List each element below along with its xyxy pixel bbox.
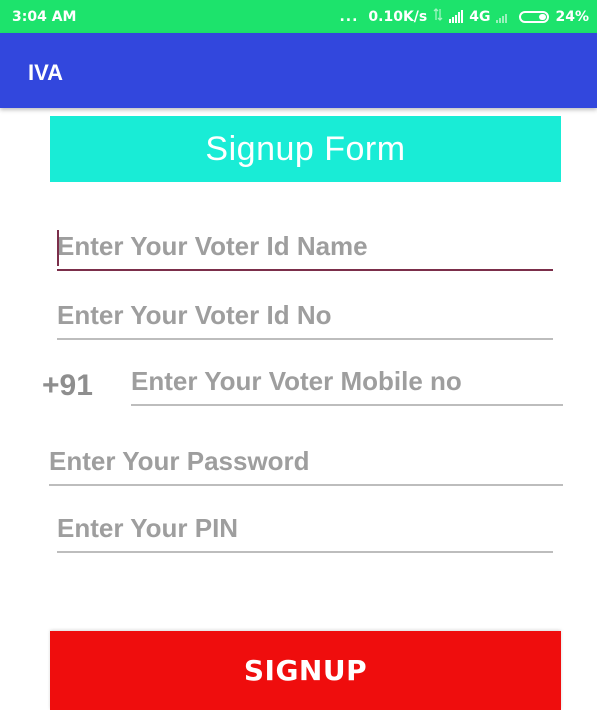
status-indicators: ... 0.10K/s 4G 24% (339, 8, 589, 25)
notification-dots: ... (339, 8, 359, 25)
password-input[interactable] (49, 446, 563, 486)
signup-button[interactable]: SIGNUP (50, 631, 561, 710)
voter-id-input[interactable] (57, 300, 553, 340)
data-transfer-icon (433, 8, 443, 25)
country-code-prefix: +91 (42, 369, 93, 402)
battery-icon (519, 10, 550, 23)
app-title: IVA (28, 60, 64, 85)
signal-icon (449, 10, 464, 23)
network-speed: 0.10K/s (368, 8, 428, 25)
battery-level: 24% (555, 8, 589, 25)
text-cursor (57, 230, 59, 266)
app-bar: IVA (0, 33, 597, 108)
signal-weak-icon (496, 10, 508, 23)
form-title-banner: Signup Form (50, 116, 561, 182)
status-time: 3:04 AM (12, 9, 77, 25)
mobile-number-input[interactable] (131, 366, 563, 406)
network-type: 4G (469, 8, 491, 25)
pin-input[interactable] (57, 513, 553, 553)
status-bar: 3:04 AM ... 0.10K/s 4G 24% (0, 0, 597, 33)
form-title: Signup Form (205, 129, 406, 168)
voter-name-input[interactable] (57, 231, 553, 271)
